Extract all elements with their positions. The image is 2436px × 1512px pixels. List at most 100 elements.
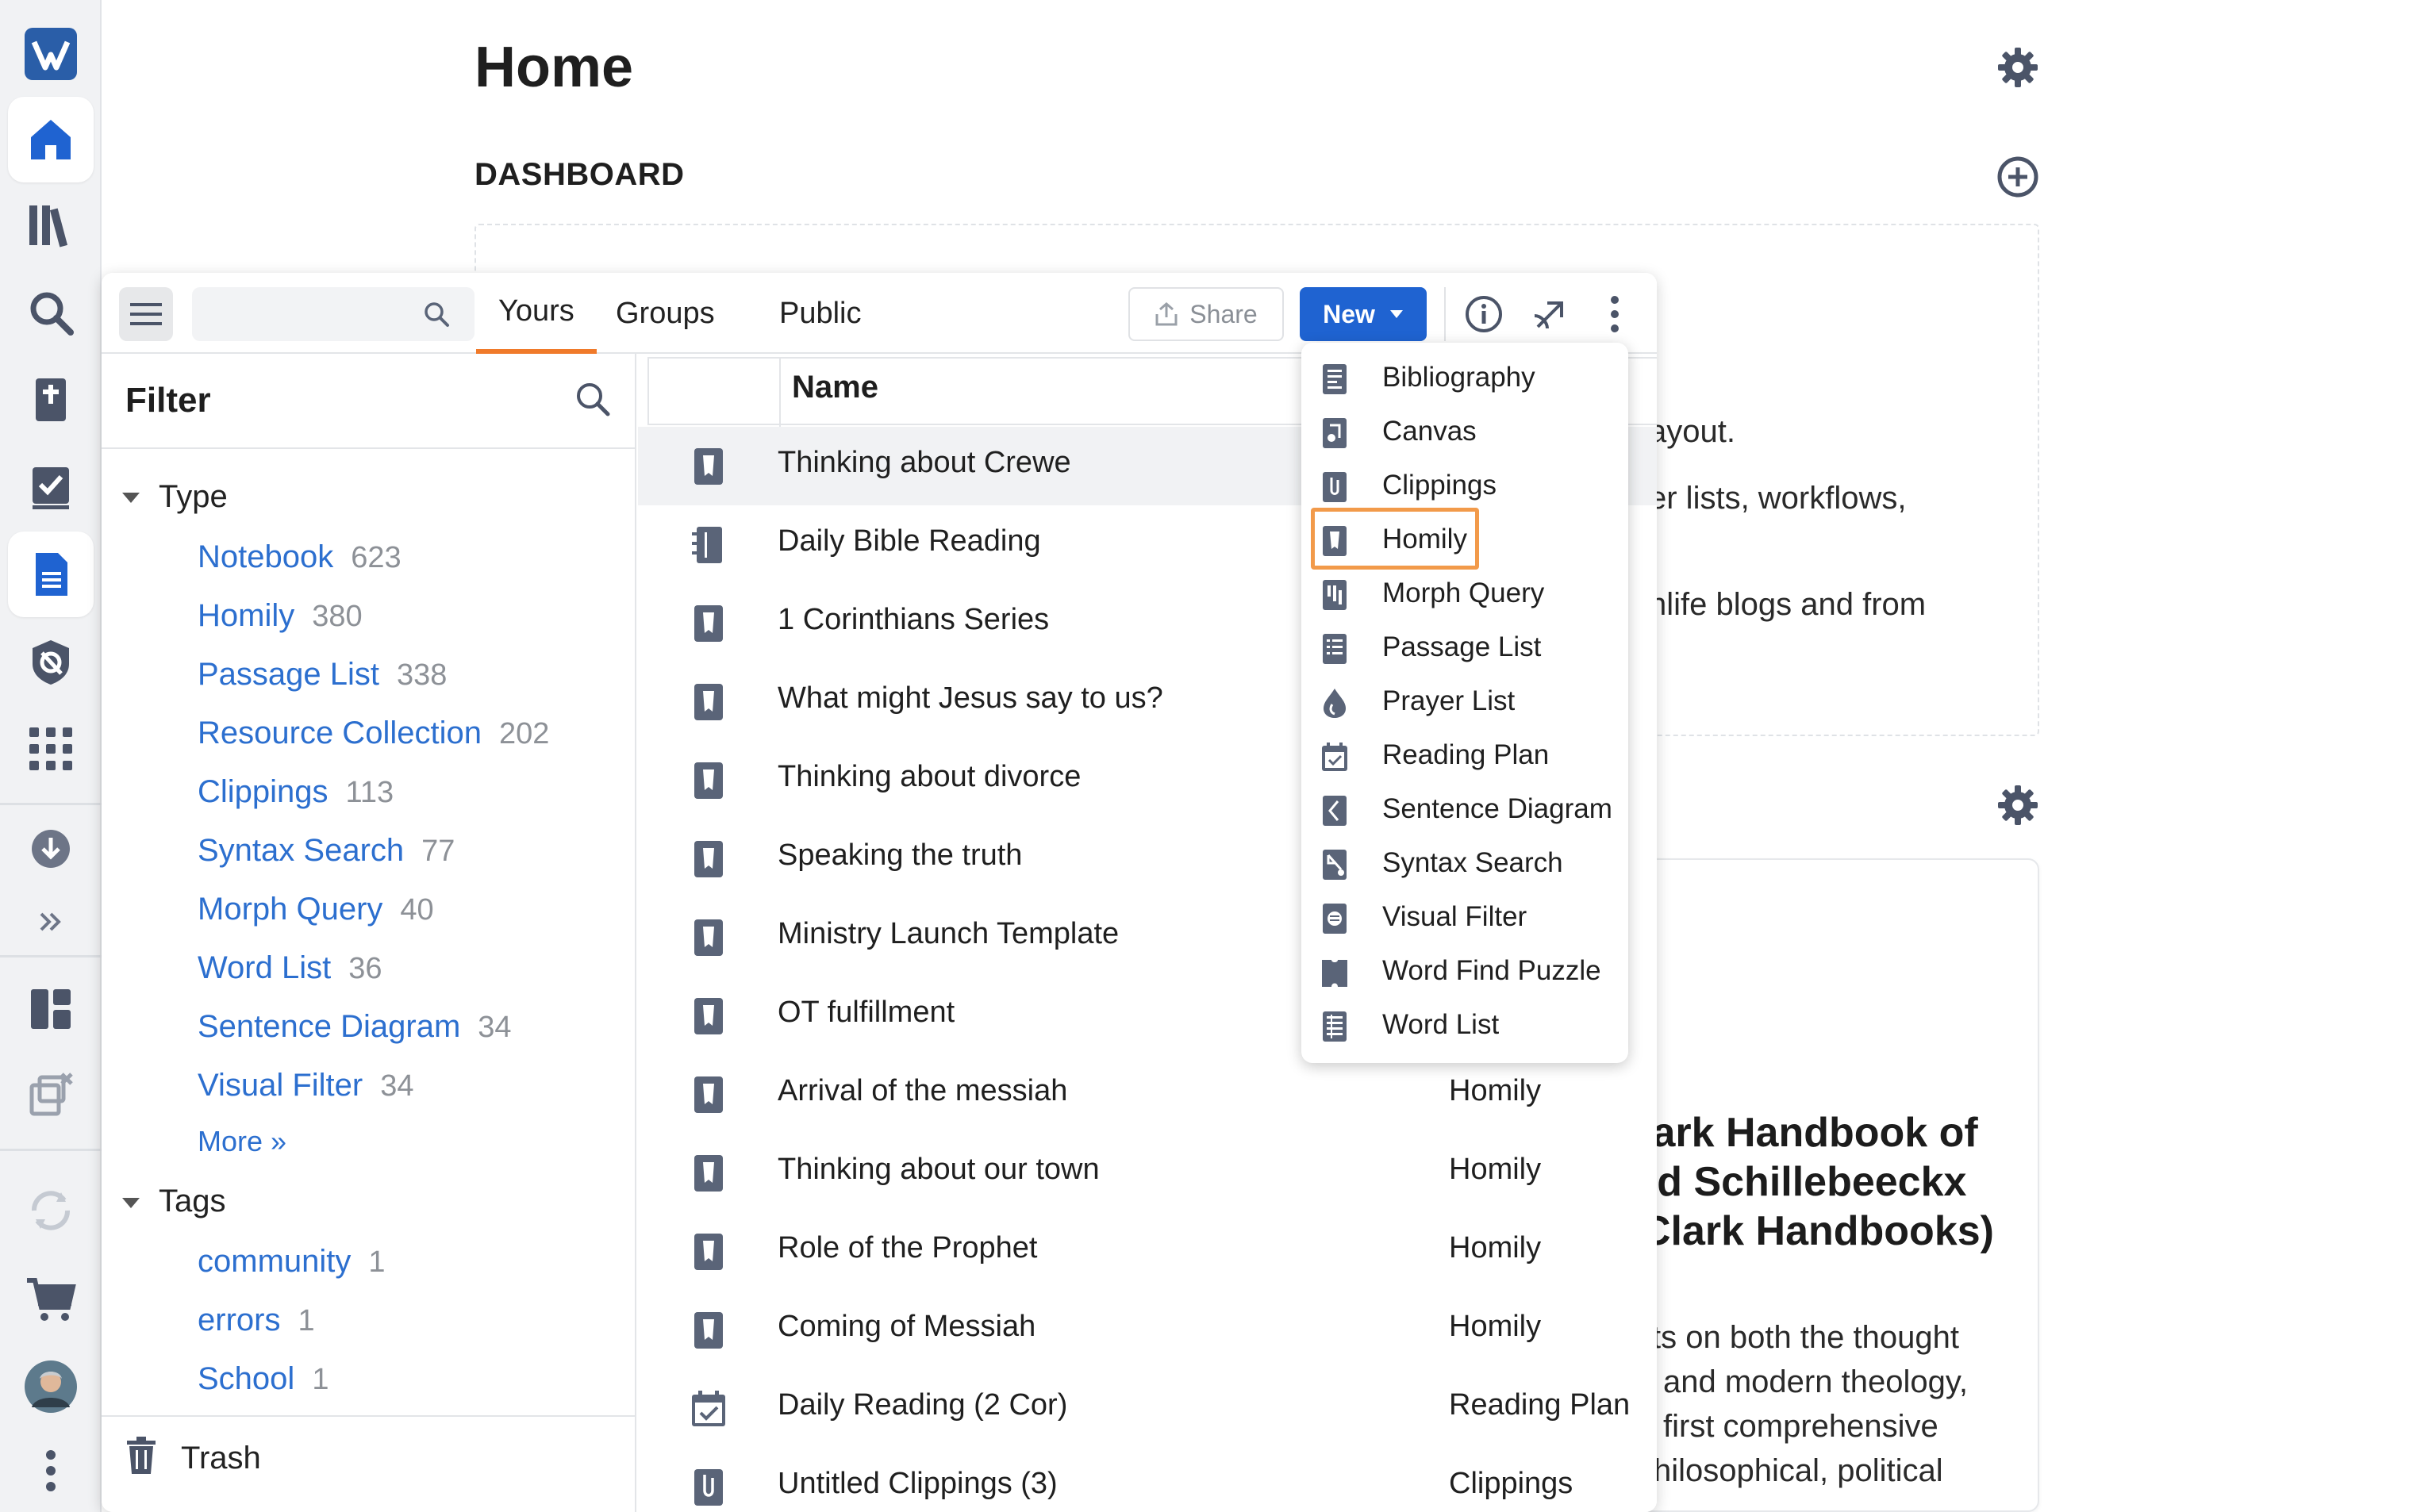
caret-down-icon[interactable] (122, 493, 140, 503)
filter-tag-item[interactable]: community 1 (198, 1244, 386, 1280)
menu-item-reading-plan[interactable]: Reading Plan (1301, 728, 1628, 782)
menu-item-bibliography[interactable]: Bibliography (1301, 351, 1628, 405)
homily-icon (689, 1231, 728, 1272)
table-row[interactable]: Arrival of the messiah Homily (638, 1055, 1657, 1134)
table-row[interactable]: Untitled Clippings (3) Clippings (638, 1448, 1657, 1512)
tags-section-title[interactable]: Tags (159, 1184, 226, 1219)
logos-logo-icon[interactable] (8, 11, 94, 97)
name-column-header[interactable]: Name (792, 370, 878, 405)
filter-tag-item[interactable]: School 1 (198, 1361, 329, 1397)
menu-item-canvas[interactable]: Canvas (1301, 405, 1628, 459)
filter-type-item[interactable]: Visual Filter 34 (198, 1068, 414, 1103)
hamburger-menu-button[interactable] (119, 287, 173, 341)
tab-groups[interactable]: Groups (594, 273, 737, 354)
book-description: hilosophical, political (1654, 1453, 1943, 1488)
menu-item-label: Syntax Search (1382, 847, 1563, 878)
tab-public[interactable]: Public (757, 273, 884, 354)
new-button[interactable]: New (1300, 287, 1427, 341)
table-row[interactable]: Thinking about our town Homily (638, 1134, 1657, 1212)
filter-type-item[interactable]: Passage List 338 (198, 657, 447, 693)
cart-icon[interactable] (8, 1257, 94, 1342)
gear-icon[interactable] (1996, 784, 2039, 827)
bible-icon[interactable] (8, 357, 94, 443)
filter-type-item[interactable]: Morph Query 40 (198, 892, 434, 927)
add-circle-icon[interactable] (1996, 155, 2039, 198)
book-description: ts on both the thought (1652, 1320, 1959, 1355)
row-type: Homily (1449, 1074, 1542, 1107)
shield-icon[interactable] (8, 619, 94, 704)
filter-type-item[interactable]: Syntax Search 77 (198, 833, 455, 869)
filter-type-item[interactable]: Word List 36 (198, 950, 382, 986)
layout-icon[interactable] (8, 966, 94, 1052)
type-section-title[interactable]: Type (159, 479, 228, 515)
reading-plan-icon (1320, 741, 1349, 773)
menu-item-word-list[interactable]: Word List (1301, 998, 1628, 1052)
filter-search-icon[interactable] (573, 379, 613, 419)
menu-item-sentence-diagram[interactable]: Sentence Diagram (1301, 782, 1628, 836)
menu-item-label: Bibliography (1382, 362, 1535, 393)
passage-list-icon (1320, 633, 1349, 665)
info-icon[interactable] (1463, 294, 1504, 335)
canvas-icon (1320, 417, 1349, 449)
row-type: Clippings (1449, 1467, 1573, 1500)
filter-type-item[interactable]: Clippings 113 (198, 774, 394, 810)
row-name: OT fulfillment (778, 996, 955, 1029)
filter-tag-item[interactable]: errors 1 (198, 1303, 315, 1338)
trash-row[interactable]: Trash (102, 1415, 636, 1512)
menu-item-label: Word Find Puzzle (1382, 955, 1601, 986)
more-vertical-icon[interactable] (1609, 294, 1620, 335)
page-title: Home (475, 36, 634, 99)
row-name: Role of the Prophet (778, 1231, 1038, 1264)
menu-item-highlight (1311, 508, 1479, 570)
menu-item-morph-query[interactable]: Morph Query (1301, 566, 1628, 620)
more-vertical-icon[interactable] (8, 1428, 94, 1512)
homily-icon (689, 917, 728, 958)
filter-type-item[interactable]: Sentence Diagram 34 (198, 1009, 512, 1045)
home-icon[interactable] (8, 97, 94, 182)
checklist-icon[interactable] (8, 444, 94, 530)
book-title: Clark Handbooks) (1641, 1208, 1994, 1254)
table-row[interactable]: Daily Reading (2 Cor) Reading Plan (638, 1369, 1657, 1448)
table-row[interactable]: Role of the Prophet Homily (638, 1212, 1657, 1291)
menu-item-syntax-search[interactable]: Syntax Search (1301, 836, 1628, 890)
filter-type-item[interactable]: Resource Collection 202 (198, 716, 549, 751)
close-panels-icon[interactable] (8, 1052, 94, 1138)
expand-chevrons-icon[interactable] (8, 879, 94, 965)
table-row[interactable]: Coming of Messiah Homily (638, 1291, 1657, 1369)
filter-type-item[interactable]: Homily 380 (198, 598, 363, 634)
menu-item-prayer-list[interactable]: Prayer List (1301, 674, 1628, 728)
cast-icon[interactable] (1530, 295, 1568, 333)
avatar[interactable] (8, 1344, 94, 1429)
prayer-list-icon (1320, 687, 1349, 719)
search-icon[interactable] (421, 298, 452, 330)
bibliography-icon (1320, 363, 1349, 395)
homily-icon (689, 839, 728, 880)
tab-yours[interactable]: Yours (476, 273, 597, 354)
book-description: and modern theology, (1663, 1364, 1968, 1399)
book-description: first comprehensive (1663, 1409, 1938, 1444)
app-rail (0, 0, 102, 1512)
share-icon (1155, 302, 1178, 326)
filter-title: Filter (125, 381, 211, 420)
visual-filter-icon (1320, 903, 1349, 934)
row-name: Untitled Clippings (3) (778, 1467, 1058, 1500)
homily-icon (689, 446, 728, 487)
row-name: Coming of Messiah (778, 1310, 1036, 1343)
filter-type-item[interactable]: Notebook 623 (198, 539, 402, 575)
share-button[interactable]: Share (1128, 287, 1284, 341)
sync-icon[interactable] (8, 1168, 94, 1253)
documents-icon[interactable] (8, 532, 94, 617)
caret-down-icon[interactable] (122, 1198, 140, 1208)
library-icon[interactable] (8, 182, 94, 268)
search-icon[interactable] (8, 270, 94, 355)
menu-item-clippings[interactable]: Clippings (1301, 459, 1628, 512)
filter-more-link[interactable]: More » (198, 1125, 286, 1158)
menu-item-word-find-puzzle[interactable]: Word Find Puzzle (1301, 944, 1628, 998)
menu-item-passage-list[interactable]: Passage List (1301, 620, 1628, 674)
morph-query-icon (1320, 579, 1349, 611)
menu-item-label: Sentence Diagram (1382, 793, 1612, 824)
gear-icon[interactable] (1996, 46, 2039, 89)
panel-header: Yours Groups Public Share New (102, 273, 1657, 354)
apps-grid-icon[interactable] (8, 706, 94, 792)
menu-item-visual-filter[interactable]: Visual Filter (1301, 890, 1628, 944)
